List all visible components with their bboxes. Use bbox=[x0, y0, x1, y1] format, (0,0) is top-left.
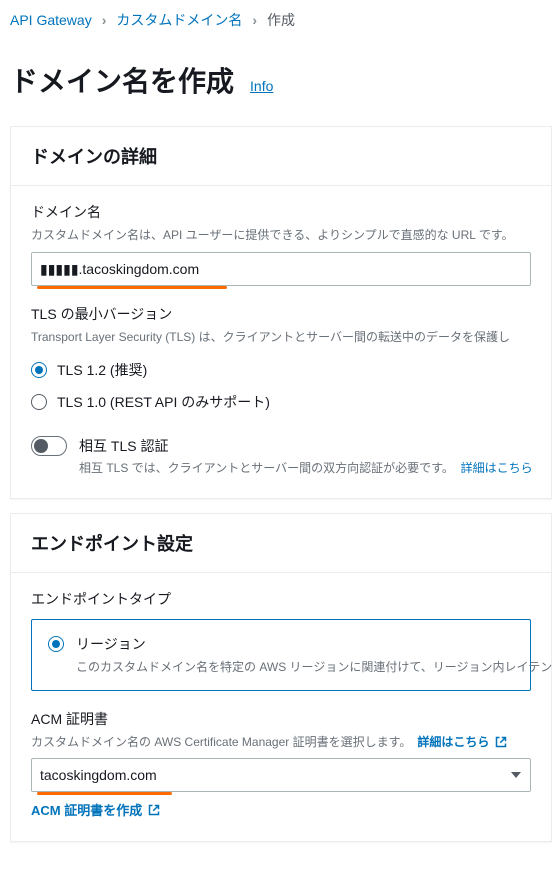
chevron-right-icon: › bbox=[252, 12, 257, 28]
page-title: ドメイン名を作成 bbox=[10, 60, 234, 100]
acm-create-text: ACM 証明書を作成 bbox=[31, 800, 142, 819]
field-domain-name: ドメイン名 カスタムドメイン名は、API ユーザーに提供できる、よりシンプルで直… bbox=[31, 202, 531, 286]
endpoint-region-radio[interactable] bbox=[48, 636, 64, 652]
tls12-label: TLS 1.2 (推奨) bbox=[57, 360, 147, 380]
endpoint-region-option[interactable]: リージョン このカスタムドメイン名を特定の AWS リージョンに関連付けて、リー… bbox=[31, 619, 531, 691]
panel-title-domain-details: ドメインの詳細 bbox=[31, 143, 531, 169]
panel-domain-details: ドメインの詳細 ドメイン名 カスタムドメイン名は、API ユーザーに提供できる、… bbox=[10, 126, 552, 499]
domain-name-input[interactable] bbox=[31, 252, 531, 286]
domain-name-label: ドメイン名 bbox=[31, 202, 531, 222]
acm-description: カスタムドメイン名の AWS Certificate Manager 証明書を選… bbox=[31, 733, 411, 750]
external-link-icon bbox=[148, 804, 160, 816]
tls12-radio-row[interactable]: TLS 1.2 (推奨) bbox=[31, 354, 531, 386]
page-header: ドメイン名を作成 Info bbox=[0, 40, 552, 120]
acm-more-text: 詳細はこちら bbox=[417, 733, 489, 750]
mtls-row: 相互 TLS 認証 相互 TLS では、クライアントとサーバー間の双方向認証が必… bbox=[31, 436, 531, 476]
mtls-more-link[interactable]: 詳細はこちら bbox=[461, 461, 533, 475]
mtls-toggle[interactable] bbox=[31, 436, 67, 456]
breadcrumb-link-api-gateway[interactable]: API Gateway bbox=[10, 12, 92, 28]
panel-title-endpoint: エンドポイント設定 bbox=[31, 530, 531, 556]
mtls-desc-text: 相互 TLS では、クライアントとサーバー間の双方向認証が必要です。 bbox=[79, 461, 454, 475]
acm-description-row: カスタムドメイン名の AWS Certificate Manager 証明書を選… bbox=[31, 733, 531, 750]
mtls-description: 相互 TLS では、クライアントとサーバー間の双方向認証が必要です。 詳細はこち… bbox=[79, 459, 533, 476]
info-link[interactable]: Info bbox=[250, 78, 273, 94]
breadcrumb: API Gateway › カスタムドメイン名 › 作成 bbox=[0, 0, 552, 40]
field-endpoint-type: エンドポイントタイプ リージョン このカスタムドメイン名を特定の AWS リージ… bbox=[31, 589, 531, 691]
breadcrumb-link-custom-domains[interactable]: カスタムドメイン名 bbox=[116, 10, 242, 30]
endpoint-region-desc: このカスタムドメイン名を特定の AWS リージョンに関連付けて、リージョン内レイ… bbox=[76, 658, 552, 676]
tls10-radio-row[interactable]: TLS 1.0 (REST API のみサポート) bbox=[31, 386, 531, 418]
endpoint-region-title: リージョン bbox=[76, 634, 552, 654]
tls10-label: TLS 1.0 (REST API のみサポート) bbox=[57, 392, 270, 412]
domain-name-description: カスタムドメイン名は、API ユーザーに提供できる、よりシンプルで直感的な UR… bbox=[31, 226, 531, 244]
acm-more-link[interactable]: 詳細はこちら bbox=[417, 733, 507, 750]
acm-create-certificate-link[interactable]: ACM 証明書を作成 bbox=[31, 800, 531, 819]
endpoint-type-label: エンドポイントタイプ bbox=[31, 589, 531, 609]
acm-certificate-select[interactable] bbox=[31, 758, 531, 792]
acm-label: ACM 証明書 bbox=[31, 709, 531, 729]
panel-endpoint-settings: エンドポイント設定 エンドポイントタイプ リージョン このカスタムドメイン名を特… bbox=[10, 513, 552, 842]
field-acm-certificate: ACM 証明書 カスタムドメイン名の AWS Certificate Manag… bbox=[31, 709, 531, 819]
field-tls-min-version: TLS の最小バージョン Transport Layer Security (T… bbox=[31, 304, 531, 418]
tls-min-description: Transport Layer Security (TLS) は、クライアントと… bbox=[31, 328, 531, 346]
breadcrumb-current: 作成 bbox=[267, 10, 295, 30]
external-link-icon bbox=[495, 736, 507, 748]
tls12-radio[interactable] bbox=[31, 362, 47, 378]
tls10-radio[interactable] bbox=[31, 394, 47, 410]
tls-min-label: TLS の最小バージョン bbox=[31, 304, 531, 324]
mtls-label: 相互 TLS 認証 bbox=[79, 436, 533, 456]
chevron-right-icon: › bbox=[102, 12, 107, 28]
